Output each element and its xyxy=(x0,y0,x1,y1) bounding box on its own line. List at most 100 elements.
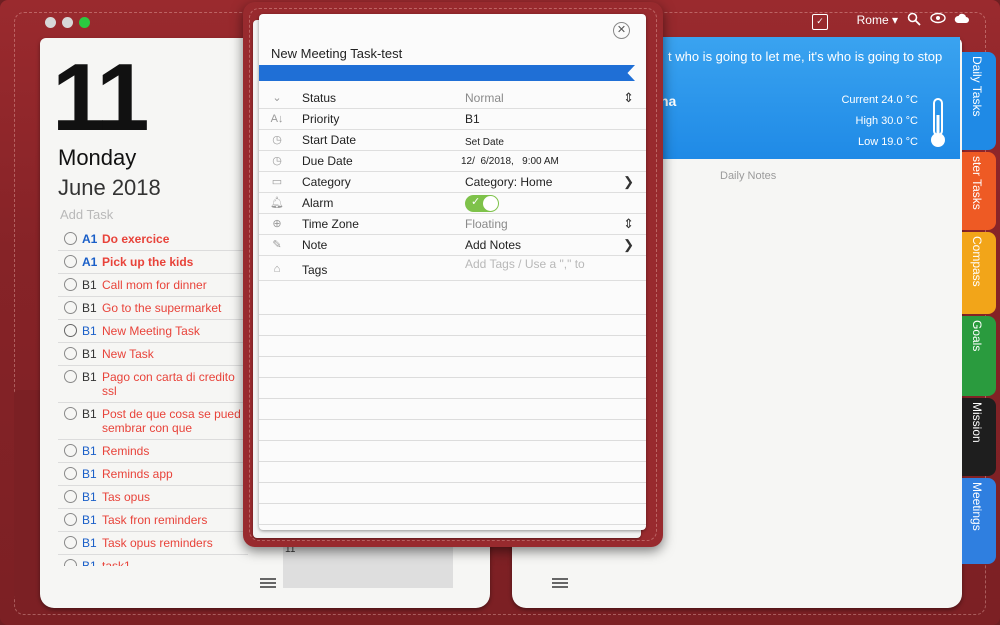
task-priority: B1 xyxy=(82,536,97,550)
tags-input[interactable]: Add Tags / Use a "," to xyxy=(465,257,585,271)
task-title[interactable]: New Meeting Task-test xyxy=(271,46,402,61)
alarm-label: Alarm xyxy=(302,196,334,210)
tab-ster-tasks[interactable]: ster Tasks xyxy=(962,152,996,230)
category-row[interactable]: ▭ Category Category: Home ❯ xyxy=(259,172,646,193)
task-name[interactable]: Tas opus xyxy=(102,490,150,504)
start-date-label: Start Date xyxy=(302,133,357,147)
tab-compass[interactable]: Compass xyxy=(962,232,996,314)
task-row[interactable]: B1 Go to the supermarket xyxy=(58,297,248,320)
task-name[interactable]: Task opus reminders xyxy=(102,536,213,550)
priority-value[interactable]: B1 xyxy=(465,112,480,126)
timer-icon[interactable] xyxy=(64,324,77,337)
checkbox-circle[interactable] xyxy=(64,490,77,503)
clock-icon: ◷ xyxy=(272,155,282,167)
status-row[interactable]: ⌄ Status Normal ⇕ xyxy=(259,88,646,109)
checkbox-circle[interactable] xyxy=(64,444,77,457)
start-date-row[interactable]: ◷ Start Date Set Date xyxy=(259,130,646,151)
right-menu-icon[interactable] xyxy=(552,576,568,590)
task-name[interactable]: Do exercice xyxy=(102,232,169,246)
chevron-down-icon: ⌄ xyxy=(272,92,282,104)
due-date-row[interactable]: ◷ Due Date 12/ 6/2018, 9:00 AM xyxy=(259,151,646,172)
check-icon: ✓ xyxy=(471,196,481,208)
task-name[interactable]: Task fron reminders xyxy=(102,513,207,527)
cloud-icon[interactable] xyxy=(954,12,970,28)
task-detail-sheet: ✕ New Meeting Task-test ⌄ Status Normal … xyxy=(259,14,646,530)
task-name[interactable]: Go to the supermarket xyxy=(102,301,221,315)
task-name[interactable]: Pago con carta di credito ssl xyxy=(102,370,248,398)
task-row[interactable]: B1 Call mom for dinner xyxy=(58,274,248,297)
task-name[interactable]: Reminds app xyxy=(102,467,173,481)
checkbox-circle[interactable] xyxy=(64,536,77,549)
due-date-value[interactable]: 12/ 6/2018, 9:00 AM xyxy=(461,156,559,167)
task-name[interactable]: Pick up the kids xyxy=(102,255,193,269)
calendar-check-icon[interactable]: ✓ xyxy=(812,14,828,30)
checkbox-circle[interactable] xyxy=(64,559,77,566)
note-row[interactable]: ✎ Note Add Notes ❯ xyxy=(259,235,646,256)
task-name[interactable]: New Task xyxy=(102,347,154,361)
task-row[interactable]: B1 Task opus reminders xyxy=(58,532,248,555)
tab-mission[interactable]: Mission xyxy=(962,398,996,476)
tab-goals[interactable]: Goals xyxy=(962,316,996,396)
minimize-window-button[interactable] xyxy=(62,17,73,28)
close-window-button[interactable] xyxy=(45,17,56,28)
task-row[interactable]: B1 New Task xyxy=(58,343,248,366)
checkbox-circle[interactable] xyxy=(64,513,77,526)
search-icon[interactable] xyxy=(906,12,922,28)
checkbox-circle[interactable] xyxy=(64,278,77,291)
timezone-row[interactable]: ⊕ Time Zone Floating ⇕ xyxy=(259,214,646,235)
checkbox-circle[interactable] xyxy=(64,407,77,420)
eye-icon[interactable] xyxy=(930,12,946,28)
toolbar-right: Rome ▾ xyxy=(857,12,970,28)
checkbox-circle[interactable] xyxy=(64,347,77,360)
start-date-button[interactable]: Set Date xyxy=(465,137,504,148)
left-pocket xyxy=(14,390,42,600)
weather-panel: t who is going to let me, it's who is go… xyxy=(612,37,960,159)
task-row[interactable]: A1 Do exercice xyxy=(58,228,248,251)
note-value[interactable]: Add Notes xyxy=(465,238,521,252)
status-select[interactable]: Normal xyxy=(465,91,504,105)
left-menu-icon[interactable] xyxy=(260,576,276,590)
task-row[interactable]: B1 task1 xyxy=(58,555,248,566)
task-priority: B1 xyxy=(82,559,97,566)
bell-icon: 🔔︎ xyxy=(270,197,284,209)
task-row[interactable]: B1 Reminds app xyxy=(58,463,248,486)
checkbox-circle[interactable] xyxy=(64,301,77,314)
task-name[interactable]: Post de que cosa se pued sembrar con que xyxy=(102,407,248,435)
add-task-button[interactable]: Add Task xyxy=(60,207,113,222)
tags-row[interactable]: ⌂ Tags Add Tags / Use a "," to xyxy=(259,256,646,281)
month-year-label: June 2018 xyxy=(58,175,161,200)
task-name[interactable]: task1 xyxy=(102,559,131,566)
checkbox-circle[interactable] xyxy=(64,255,77,268)
task-name[interactable]: Reminds xyxy=(102,444,149,458)
task-list: A1 Do exercice A1 Pick up the kids B1 Call mo… xyxy=(58,228,248,566)
checkbox-circle[interactable] xyxy=(64,370,77,383)
task-priority: A1 xyxy=(82,255,98,269)
checkbox-circle[interactable] xyxy=(64,232,77,245)
timezone-select[interactable]: Floating xyxy=(465,217,508,231)
due-date-label: Due Date xyxy=(302,154,353,168)
task-priority: B1 xyxy=(82,513,97,527)
location-selector[interactable]: Rome ▾ xyxy=(857,13,898,27)
task-priority: B1 xyxy=(82,347,97,361)
priority-row[interactable]: A↓ Priority B1 xyxy=(259,109,646,130)
tab-meetings[interactable]: Meetings xyxy=(962,478,996,564)
task-row[interactable]: B1 Post de que cosa se pued sembrar con q… xyxy=(58,403,248,440)
tags-label: Tags xyxy=(302,263,328,277)
alarm-toggle[interactable]: ✓ xyxy=(465,195,499,212)
alarm-row[interactable]: 🔔︎ Alarm ✓ xyxy=(259,193,646,214)
task-row[interactable]: B1 Tas opus xyxy=(58,486,248,509)
close-modal-button[interactable]: ✕ xyxy=(613,22,630,39)
category-value[interactable]: Category: Home xyxy=(465,175,552,189)
task-color-bar xyxy=(259,65,635,81)
updown-arrows-icon: ⇕ xyxy=(623,216,634,231)
task-row[interactable]: A1 Pick up the kids xyxy=(58,251,248,274)
task-row[interactable]: B1 Pago con carta di credito ssl xyxy=(58,366,248,403)
tab-daily-tasks[interactable]: Daily Tasks xyxy=(962,52,996,150)
zoom-window-button[interactable] xyxy=(79,17,90,28)
task-name[interactable]: Call mom for dinner xyxy=(102,278,207,292)
task-row[interactable]: B1 Reminds xyxy=(58,440,248,463)
task-row[interactable]: B1 New Meeting Task xyxy=(58,320,248,343)
checkbox-circle[interactable] xyxy=(64,467,77,480)
task-name[interactable]: New Meeting Task xyxy=(102,324,200,338)
task-row[interactable]: B1 Task fron reminders xyxy=(58,509,248,532)
